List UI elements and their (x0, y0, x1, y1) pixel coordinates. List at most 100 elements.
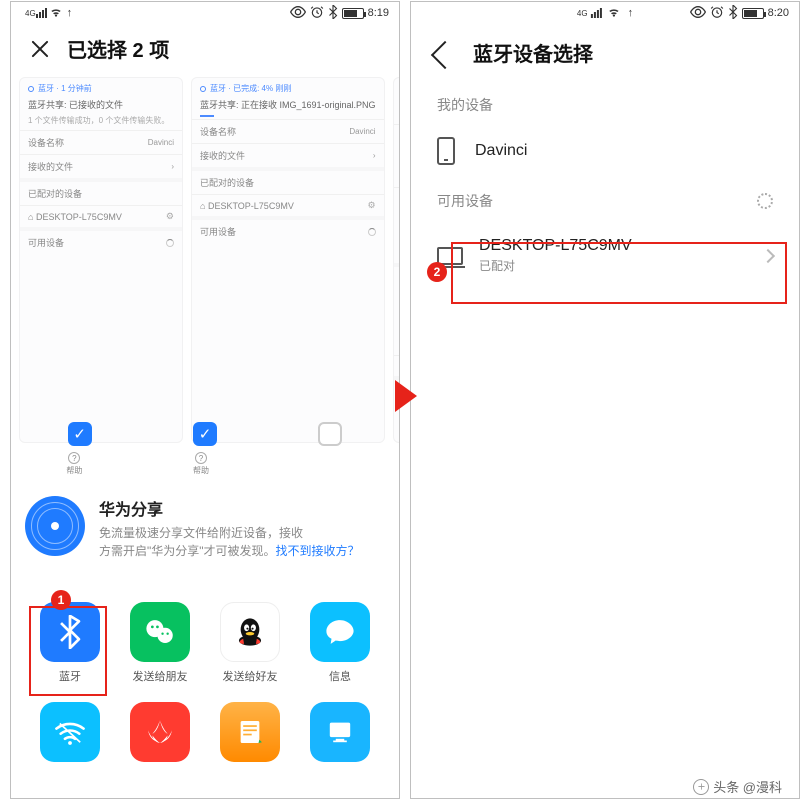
checkbox-selected[interactable]: ✓ (68, 422, 92, 446)
bluetooth-dot-icon (28, 86, 34, 92)
step-badge-2: 2 (427, 262, 447, 282)
page-title: 已选择 2 项 (67, 34, 169, 63)
card-header: 蓝牙 · 1 分钟前 (38, 83, 92, 94)
app-label: 发送给朋友 (133, 668, 188, 684)
wifi-icon (49, 6, 63, 21)
wlan-icon (40, 702, 100, 762)
share-app-cast[interactable] (295, 702, 385, 768)
help-label: 帮助 (193, 465, 209, 476)
device-name: Davinci (475, 142, 773, 160)
laptop-icon: ⌂ (200, 201, 205, 211)
phone-left: 4G ↑ 8:19 已选择 2 项 (10, 1, 400, 799)
eye-icon (290, 6, 306, 21)
eye-icon (690, 6, 706, 21)
message-icon (310, 602, 370, 662)
notes-icon (220, 702, 280, 762)
spinner-icon (368, 228, 376, 236)
huawei-share-desc: 免流量极速分享文件给附近设备，接收 (99, 526, 303, 540)
back-icon[interactable] (431, 41, 455, 65)
value-device: Davinci (349, 127, 375, 136)
preview-card[interactable]: 蓝牙 · 1 分钟前 蓝牙共享: 已接收的文件 1 个文件传输成功，0 个文件传… (19, 77, 183, 443)
chevron-right-icon: › (171, 162, 174, 171)
share-app-huawei[interactable] (115, 702, 205, 768)
value-paired: DESKTOP-L75C9MV (208, 201, 368, 211)
step-highlight-1 (29, 606, 107, 696)
battery-icon (342, 8, 364, 19)
bluetooth-dot-icon (200, 86, 206, 92)
watermark-text: 头条 @漫科 (713, 777, 782, 796)
huawei-share-icon[interactable] (25, 496, 85, 556)
label-paired: 已配对的设备 (200, 176, 376, 189)
alarm-icon (710, 5, 724, 22)
help-icon: ? (68, 452, 80, 464)
phone-right: 4G ↑ 8:20 蓝牙设备选择 我的设备 Davinci 可用设备 D (410, 1, 800, 799)
label-received: 接收的文件 (28, 160, 171, 173)
share-app-qq[interactable]: 发送给好友 (205, 602, 295, 684)
header: 蓝牙设备选择 (411, 24, 799, 81)
card-sub: 1 个文件传输成功，0 个文件传输失败。 (20, 115, 182, 130)
huawei-share-desc: 方需开启"华为分享"才可被发现。 (99, 544, 276, 558)
label-device: 设备名称 (200, 125, 349, 138)
net-label: 4G (25, 9, 36, 18)
share-app-wechat[interactable]: 发送给朋友 (115, 602, 205, 684)
alarm-icon (310, 5, 324, 22)
net-label: 4G (577, 9, 588, 18)
preview-card[interactable]: 蓝牙 · 已完成: 4% 刚刚 蓝牙共享: 正在接收 IMG_1691-orig… (191, 77, 385, 443)
share-app-messages[interactable]: 信息 (295, 602, 385, 684)
label-available: 可用设备 (200, 225, 368, 238)
clock-text: 8:20 (768, 7, 789, 19)
help-button[interactable]: ?帮助 (66, 452, 82, 476)
step-highlight-2 (451, 242, 787, 304)
help-label: 帮助 (66, 465, 82, 476)
signal-icon (591, 8, 602, 18)
gear-icon[interactable]: ⚙ (166, 211, 174, 222)
flow-arrow-icon (395, 380, 417, 412)
checkbox-row: ✓ ✓ (11, 422, 399, 446)
spinner-icon (757, 193, 773, 209)
checkbox-selected[interactable]: ✓ (193, 422, 217, 446)
bluetooth-icon (328, 5, 338, 22)
device-row-mine[interactable]: Davinci (411, 125, 799, 177)
checkbox-unselected[interactable] (318, 422, 342, 446)
label-received: 接收的文件 (200, 149, 373, 162)
card-header: 蓝牙 · 已完成: 4% 刚刚 (210, 83, 291, 94)
wifi-icon (607, 6, 621, 21)
app-label: 信息 (329, 668, 351, 684)
phone-icon (437, 137, 455, 165)
huawei-share-panel: 华为分享 免流量极速分享文件给附近设备，接收方需开启"华为分享"才可被发现。找不… (25, 496, 385, 560)
huawei-icon (130, 702, 190, 762)
bluetooth-icon (728, 5, 738, 22)
app-label: 发送给好友 (223, 668, 278, 684)
clock-text: 8:19 (368, 7, 389, 19)
chevron-right-icon: › (373, 151, 376, 160)
status-bar: 4G ↑ 8:20 (411, 2, 799, 24)
close-icon[interactable]: × (690, 775, 713, 798)
progress-icon (200, 115, 214, 117)
status-bar: 4G ↑ 8:19 (11, 2, 399, 24)
watermark: × 头条 @漫科 (689, 777, 786, 796)
upload-icon: ↑ (628, 7, 634, 19)
spinner-icon (166, 239, 174, 247)
card-line: 蓝牙共享: 正在接收 IMG_1691-original.PNG (192, 98, 384, 115)
card-line: 蓝牙共享: 已接收的文件 (20, 98, 182, 115)
battery-icon (742, 8, 764, 19)
share-app-notes[interactable] (205, 702, 295, 768)
gear-icon[interactable]: ⚙ (367, 200, 375, 211)
cast-icon (310, 702, 370, 762)
label-paired: 已配对的设备 (28, 187, 174, 200)
close-icon[interactable] (27, 36, 53, 62)
section-available: 可用设备 (411, 177, 799, 221)
huawei-share-title: 华为分享 (99, 496, 360, 520)
help-button[interactable]: ?帮助 (193, 452, 209, 476)
label-device: 设备名称 (28, 136, 148, 149)
label-available: 可用设备 (28, 236, 166, 249)
huawei-share-link[interactable]: 找不到接收方？ (276, 544, 360, 558)
help-icon: ? (195, 452, 207, 464)
qq-icon (220, 602, 280, 662)
upload-icon: ↑ (67, 7, 73, 19)
value-device: Davinci (148, 138, 174, 147)
share-app-wlan[interactable] (25, 702, 115, 768)
page-title: 蓝牙设备选择 (473, 38, 593, 67)
section-my-devices: 我的设备 (411, 81, 799, 125)
header: 已选择 2 项 (11, 24, 399, 77)
